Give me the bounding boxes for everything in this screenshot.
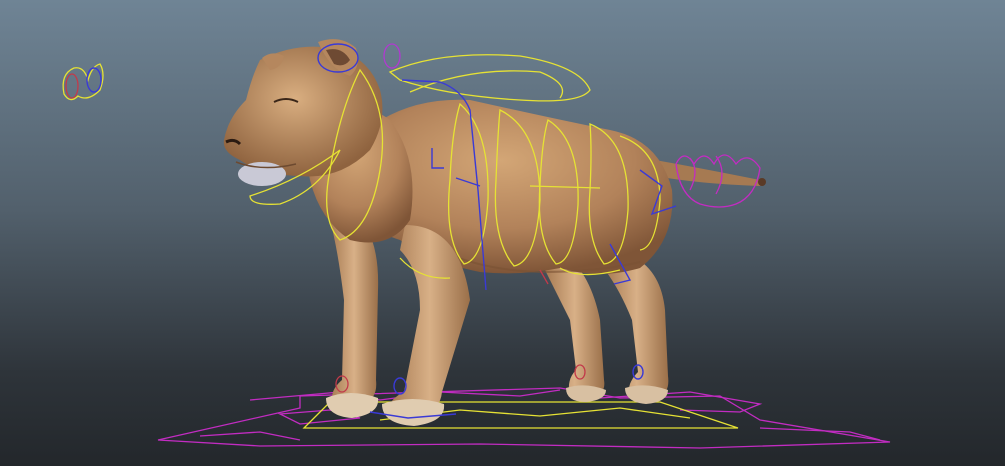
viewport-3d[interactable] <box>0 0 1005 466</box>
tail <box>655 160 766 186</box>
ground-control-curves[interactable] <box>157 387 891 449</box>
viewport-scene[interactable] <box>0 0 1005 466</box>
